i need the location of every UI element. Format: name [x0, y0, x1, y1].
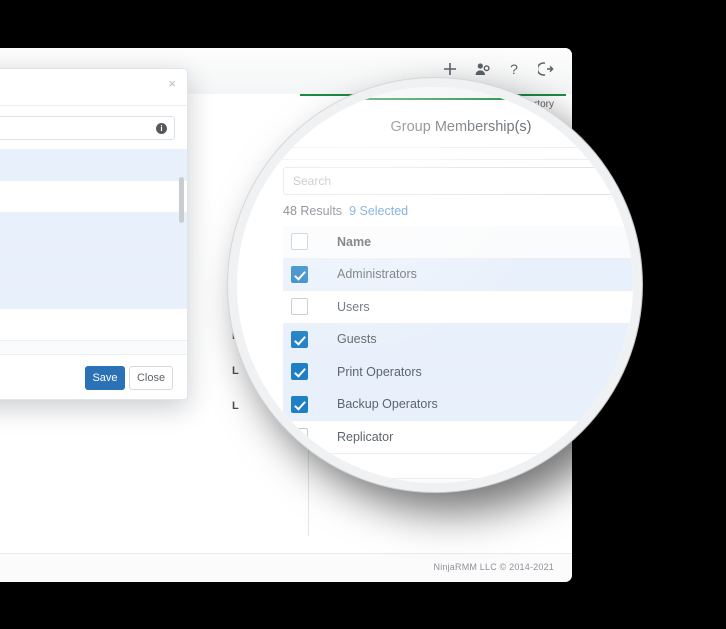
row-name: Users — [337, 299, 370, 314]
table-row[interactable] — [0, 213, 187, 245]
app-footer: NinjaRMM LLC © 2014-2021 — [0, 553, 572, 582]
table-row[interactable] — [0, 149, 187, 181]
magnifier-lens: Group Membership(s) Search 48 Results 9 S… — [228, 78, 642, 492]
row-name: Backup Operators — [337, 397, 438, 412]
cancel-button[interactable]: Close — [129, 366, 173, 390]
dialog-search-wrapper: i — [0, 116, 175, 140]
column-header-name: Name — [337, 234, 372, 249]
field-label: L — [232, 365, 239, 377]
info-icon[interactable]: i — [156, 123, 167, 134]
row-name: Guests — [337, 332, 377, 347]
user-settings-icon[interactable] — [474, 61, 490, 77]
table-row[interactable] — [0, 181, 187, 213]
dialog-footer: Save Close — [0, 354, 187, 399]
row-name: Administrators — [337, 267, 417, 282]
select-all-checkbox[interactable] — [291, 233, 308, 251]
table-row[interactable] — [0, 245, 187, 277]
scrollbar-thumb[interactable] — [179, 177, 184, 223]
table-row[interactable]: Administrators — [283, 258, 633, 291]
magnified-search-input[interactable]: Search — [283, 167, 633, 195]
plus-icon[interactable] — [442, 61, 458, 77]
divider — [251, 159, 633, 160]
row-checkbox[interactable] — [291, 428, 308, 446]
search-placeholder: Search — [293, 174, 332, 188]
row-name: Print Operators — [337, 364, 422, 379]
results-summary: 48 Results 9 Selected — [283, 204, 408, 218]
row-checkbox[interactable] — [291, 298, 308, 316]
magnified-dialog-title: Group Membership(s) — [390, 119, 532, 135]
magnified-table: Name Administrators Users Guests Print O… — [283, 226, 633, 454]
table-row[interactable] — [0, 309, 187, 341]
table-row[interactable]: Print Operators — [283, 356, 633, 389]
group-membership-dialog: Membership(s) × i Save Close — [0, 68, 188, 400]
results-count: 48 Results — [283, 204, 343, 218]
row-checkbox[interactable] — [291, 363, 308, 381]
field-label: L — [232, 400, 239, 412]
table-row[interactable]: Replicator — [283, 421, 633, 454]
table-row[interactable]: Users — [283, 291, 633, 324]
copyright-text: NinjaRMM LLC © 2014-2021 — [433, 562, 554, 572]
toolbar-icon-group: ? — [442, 61, 554, 77]
magnifier-content: Group Membership(s) Search 48 Results 9 S… — [237, 87, 633, 483]
logout-icon[interactable] — [538, 61, 554, 77]
row-name: Replicator — [337, 429, 394, 444]
save-button[interactable]: Save — [85, 366, 125, 390]
screenshot-stage: ? rtory F D L L L NinjaR — [0, 0, 726, 629]
search-input[interactable]: i — [0, 116, 175, 140]
help-icon[interactable]: ? — [506, 61, 522, 77]
magnified-dialog-bottom — [251, 478, 633, 483]
svg-text:?: ? — [510, 61, 518, 77]
magnified-tab-indicator — [251, 98, 633, 100]
table-row[interactable]: Guests — [283, 323, 633, 356]
magnified-dialog: Group Membership(s) Search 48 Results 9 S… — [251, 87, 633, 483]
dialog-header: Membership(s) × — [0, 69, 187, 106]
table-header-row: Name — [283, 226, 633, 259]
row-checkbox[interactable] — [291, 265, 308, 283]
row-checkbox[interactable] — [291, 395, 308, 413]
close-icon[interactable]: × — [168, 77, 176, 90]
table-row[interactable]: Backup Operators — [283, 388, 633, 421]
table-row[interactable] — [0, 277, 187, 309]
divider — [251, 147, 633, 148]
row-checkbox[interactable] — [291, 330, 308, 348]
selected-count-link[interactable]: 9 Selected — [349, 204, 408, 218]
dialog-row-list[interactable] — [0, 149, 187, 357]
